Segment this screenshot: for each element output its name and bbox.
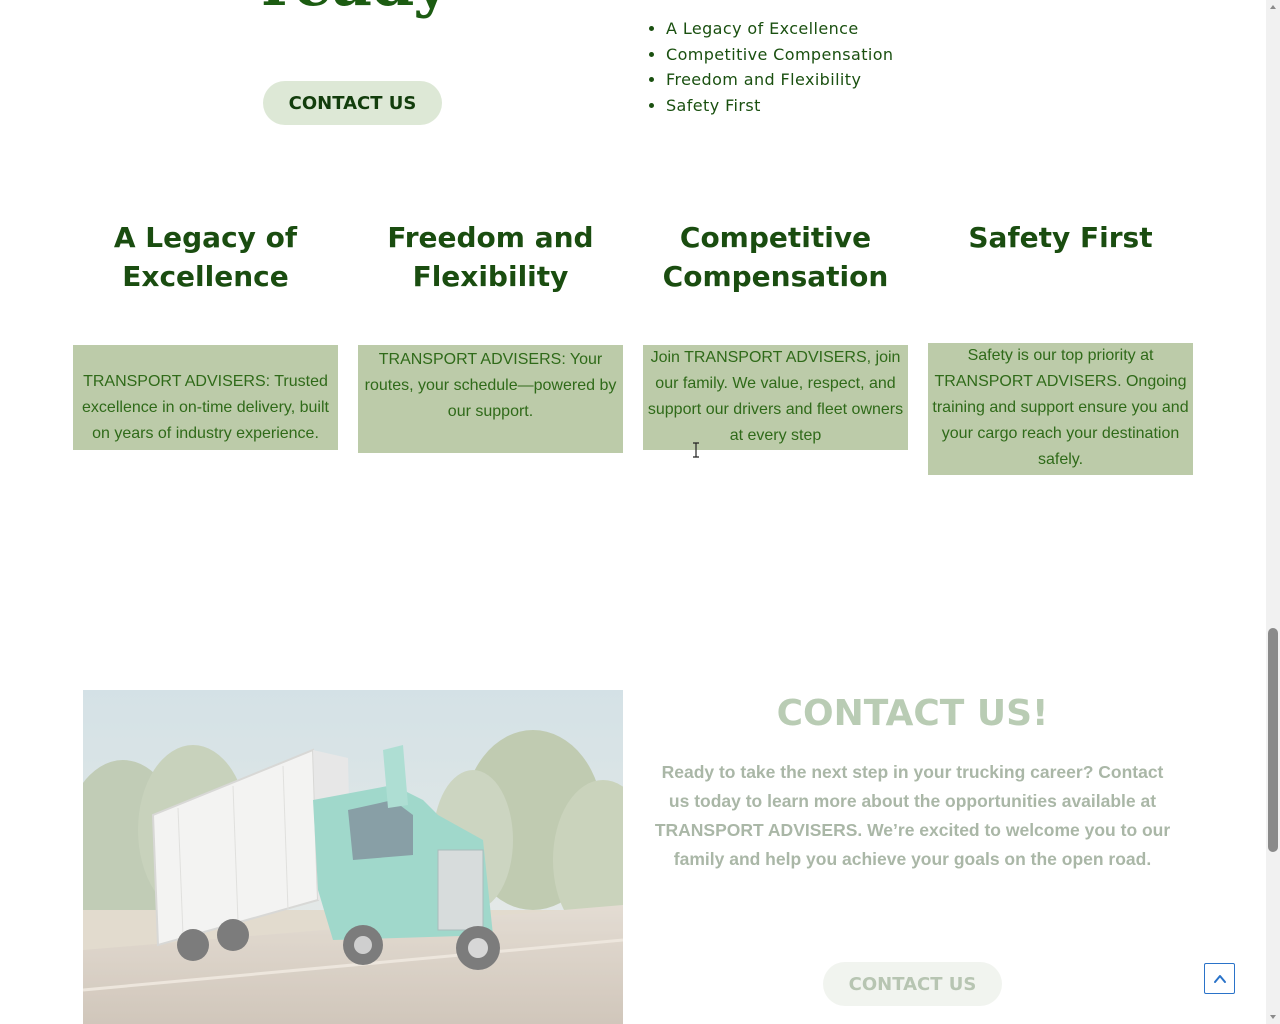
feature-title-safety: Safety First — [968, 221, 1153, 254]
contact-us-button-top[interactable]: CONTACT US — [263, 81, 442, 125]
feature-title-legacy: A Legacy of Excellence — [113, 221, 298, 293]
feature-title-compensation: Competitive Compensation — [662, 221, 889, 293]
benefit-item: Competitive Compensation — [666, 42, 893, 68]
hero-heading-fragment: ready — [260, 0, 450, 15]
text-cursor-icon — [693, 442, 699, 458]
scroll-down-arrow-icon[interactable] — [1266, 1010, 1280, 1024]
truck-image — [83, 690, 623, 1024]
contact-text: Ready to take the next step in your truc… — [654, 762, 1171, 869]
feature-text-legacy: TRANSPORT ADVISERS: Trusted excellence i… — [73, 345, 338, 450]
feature-title-freedom: Freedom and Flexibility — [387, 221, 594, 293]
scroll-to-top-button[interactable] — [1204, 963, 1235, 994]
benefit-item: Freedom and Flexibility — [666, 67, 893, 93]
scrollbar-thumb[interactable] — [1268, 628, 1278, 852]
contact-us-button-bottom[interactable]: CONTACT US — [823, 962, 1002, 1006]
feature-text-safety: Safety is our top priority at TRANSPORT … — [928, 343, 1193, 475]
page-content: ready CONTACT US A Legacy of Excellence … — [0, 0, 1266, 1024]
chevron-up-icon — [1213, 974, 1226, 983]
benefit-item: Safety First — [666, 93, 893, 119]
feature-text-compensation: Join TRANSPORT ADVISERS, join our family… — [643, 345, 908, 450]
contact-title: CONTACT US! — [776, 693, 1049, 734]
benefit-list: A Legacy of Excellence Competitive Compe… — [648, 16, 893, 118]
benefit-item: A Legacy of Excellence — [666, 16, 893, 42]
vertical-scrollbar[interactable] — [1266, 0, 1280, 1024]
feature-text-freedom: TRANSPORT ADVISERS: Your routes, your sc… — [358, 345, 623, 453]
scroll-up-arrow-icon[interactable] — [1266, 0, 1280, 14]
